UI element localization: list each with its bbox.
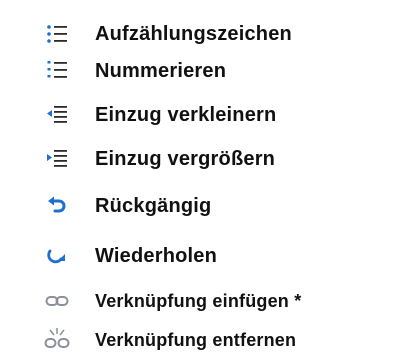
menu-item-insert-link[interactable]: Verknüpfung einfügen *	[0, 281, 403, 321]
menu-item-label: Nummerieren	[95, 59, 227, 82]
menu-item-undo[interactable]: Rückgängig	[0, 186, 403, 226]
menu-item-redo[interactable]: Wiederholen	[0, 236, 403, 276]
undo-icon	[44, 193, 70, 219]
menu-item-remove-link[interactable]: Verknüpfung entfernen	[0, 320, 403, 360]
menu-item-label: Wiederholen	[95, 244, 218, 267]
outdent-icon	[44, 102, 70, 128]
menu-item-numbered-list[interactable]: Nummerieren	[0, 51, 403, 91]
menu-item-label: Rückgängig	[95, 194, 212, 217]
link-icon	[44, 288, 70, 314]
indent-icon	[44, 146, 70, 172]
menu-item-label: Einzug vergrößern	[95, 147, 276, 170]
bullet-list-icon	[44, 21, 70, 47]
menu-item-label: Verknüpfung entfernen	[95, 329, 297, 350]
menu-item-label: Aufzählungszeichen	[95, 22, 292, 45]
menu-item-bullet-list[interactable]: Aufzählungszeichen	[0, 14, 403, 54]
context-menu: Aufzählungszeichen Nummerieren Einzug ve…	[0, 0, 403, 360]
menu-item-outdent[interactable]: Einzug verkleinern	[0, 95, 403, 135]
menu-item-label: Einzug verkleinern	[95, 103, 277, 126]
unlink-icon	[44, 327, 70, 353]
menu-item-label: Verknüpfung einfügen *	[95, 290, 302, 311]
menu-item-indent[interactable]: Einzug vergrößern	[0, 139, 403, 179]
numbered-list-icon	[44, 58, 70, 84]
redo-icon	[44, 243, 70, 269]
